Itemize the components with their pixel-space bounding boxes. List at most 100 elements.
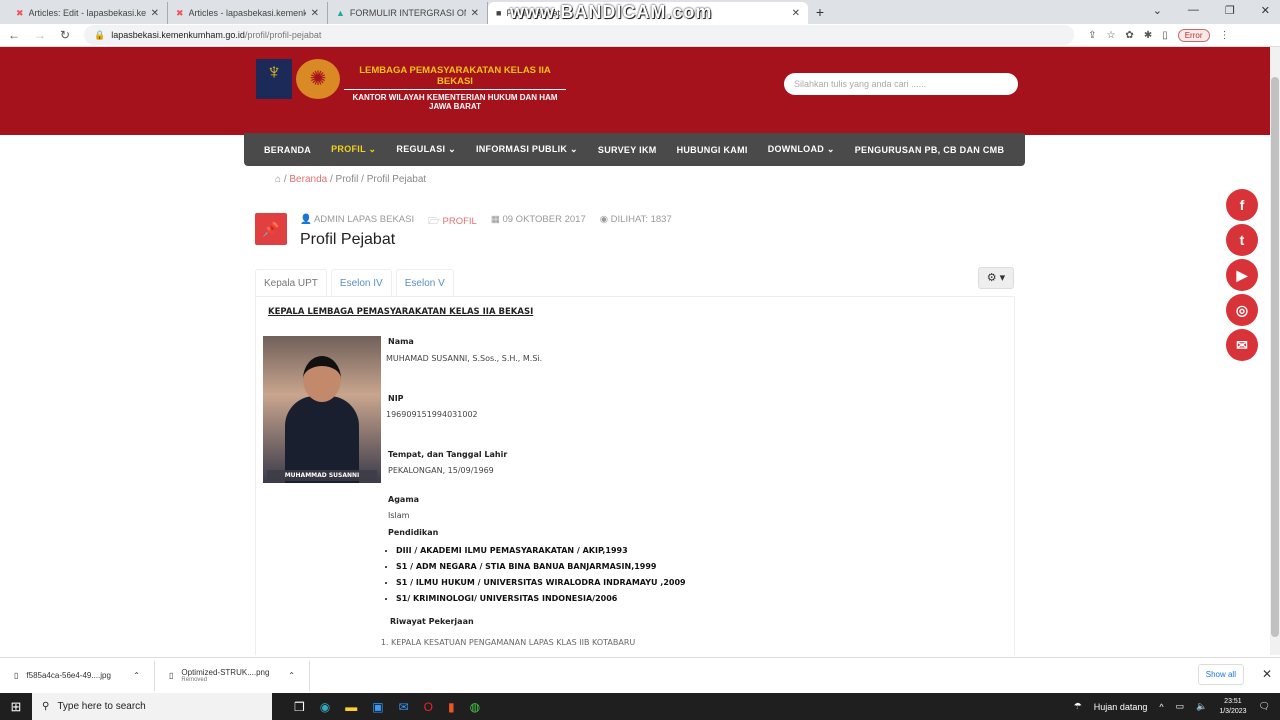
task-view-icon[interactable]: ❒ — [294, 700, 305, 714]
breadcrumb-current: Profil Pejabat — [366, 174, 427, 185]
social-links: f t ▶ ◎ ✉ — [1226, 189, 1258, 361]
windows-start-icon[interactable]: ⊞ — [0, 699, 32, 715]
main-nav: BERANDA PROFIL ⌄ REGULASI ⌄ INFORMASI PU… — [244, 133, 1025, 166]
download-item[interactable]: ▯ Optimized-STRUK....png Removed ⌃ — [155, 660, 310, 691]
extension-icon[interactable]: ✿ — [1125, 30, 1133, 41]
chevron-up-icon[interactable]: ⌃ — [288, 671, 295, 680]
download-bar: ▯ f585a4ca-56e4-49....jpg ⌃ ▯ Optimized-STR… — [0, 657, 1280, 693]
nav-regulasi[interactable]: REGULASI ⌄ — [396, 144, 456, 155]
clock[interactable]: 23:51 1/3/2023 — [1219, 697, 1246, 717]
list-item: S1/ KRIMINOLOGI/ UNIVERSITAS INDONESIA/2… — [396, 591, 686, 607]
menu-kebab-icon[interactable]: ⋮ — [1220, 30, 1230, 41]
gear-icon: ⚙ ▾ — [986, 272, 1006, 284]
minimize-button[interactable]: — — [1188, 4, 1199, 17]
mail-icon[interactable]: ✉ — [399, 700, 409, 714]
tab-search-icon[interactable]: ⌄ — [1153, 4, 1162, 17]
tray-chevron-icon[interactable]: ^ — [1159, 702, 1163, 712]
network-icon[interactable]: ▭ — [1176, 701, 1185, 712]
nav-informasi-publik[interactable]: INFORMASI PUBLIK ⌄ — [476, 144, 578, 155]
pin-icon: 📌 — [255, 213, 287, 245]
list-item: DIII / AKADEMI ILMU PEMASYARAKATAN / AKI… — [396, 543, 686, 559]
browser-tab-bar: ✖Articles: Edit - lapasbekasi.kemen✕ ✖Ar… — [0, 0, 1280, 24]
joomla-icon: ✖ — [176, 7, 184, 18]
youtube-icon[interactable]: ▶ — [1226, 259, 1258, 291]
side-panel-icon[interactable]: ▯ — [1162, 30, 1168, 41]
list-item: S1 / ILMU HUKUM / UNIVERSITAS WIRALODRA … — [396, 575, 686, 591]
chevron-up-icon[interactable]: ⌃ — [133, 671, 140, 680]
official-photo: MUHAMMAD SUSANNI — [263, 336, 381, 483]
twitter-icon[interactable]: t — [1226, 224, 1258, 256]
breadcrumb-beranda[interactable]: Beranda — [289, 174, 327, 185]
site-header: ♆ ✺ LEMBAGA PEMASYARAKATAN KELAS IIA BEKA… — [0, 47, 1270, 135]
restore-button[interactable]: ❐ — [1225, 4, 1235, 17]
new-tab-button[interactable]: + — [808, 4, 832, 20]
nav-hubungi-kami[interactable]: HUBUNGI KAMI — [677, 145, 748, 155]
breadcrumb-profil[interactable]: Profil — [336, 174, 359, 185]
nav-beranda[interactable]: BERANDA — [264, 145, 311, 155]
folder-icon: 🗁 — [428, 216, 440, 227]
store-icon[interactable]: ▣ — [372, 700, 383, 714]
url-input[interactable]: 🔒 lapasbekasi.kemenkumham.go.id/profil/pr… — [84, 25, 1075, 45]
site-logo[interactable]: ♆ ✺ — [256, 59, 340, 99]
site-favicon: ■ — [496, 8, 502, 18]
taskbar-search[interactable]: ⚲ Type here to search — [32, 693, 272, 720]
joomla-icon: ✖ — [16, 7, 24, 18]
back-icon[interactable]: ← — [8, 28, 20, 42]
user-icon: 👤 — [300, 214, 312, 225]
share-icon[interactable]: ⇪ — [1088, 30, 1096, 41]
kemenkumham-emblem-icon: ✺ — [296, 59, 340, 99]
nav-download[interactable]: DOWNLOAD ⌄ — [768, 144, 835, 155]
extensions-puzzle-icon[interactable]: ✱ — [1144, 30, 1152, 41]
nav-pengurusan[interactable]: PENGURUSAN PB, CB DAN CMB — [855, 145, 1005, 155]
notifications-icon[interactable]: 🗨 — [1259, 701, 1270, 712]
volume-icon[interactable]: 🔈 — [1196, 701, 1207, 712]
work-history-list: KEPALA KESATUAN PENGAMANAN LAPAS KLAS II… — [391, 638, 635, 647]
category-link[interactable]: PROFIL — [443, 216, 477, 227]
edge-icon[interactable]: ◉ — [320, 700, 330, 714]
site-search-input[interactable] — [784, 73, 1018, 95]
tab-panel: KEPALA LEMBAGA PEMASYARAKATAN KELAS IIA … — [255, 296, 1015, 655]
browser-tab[interactable]: ✖Articles - lapasbekasi.kemenkum✕ — [168, 2, 328, 24]
bandicam-watermark: www.BANDICAM.com — [510, 2, 713, 22]
nav-profil[interactable]: PROFIL ⌄ — [331, 144, 376, 155]
browser-tab[interactable]: ▲FORMULIR INTERGRASI ONLINE✕ — [328, 2, 488, 24]
opera-icon[interactable]: O — [424, 700, 433, 714]
email-icon[interactable]: ✉ — [1226, 329, 1258, 361]
close-download-bar-icon[interactable]: ✕ — [1262, 667, 1272, 681]
list-item: S1 / ADM NEGARA / STIA BINA BANUA BANJAR… — [396, 559, 686, 575]
tab-eselon-v[interactable]: Eselon V — [395, 269, 454, 297]
page-scrollbar[interactable] — [1270, 47, 1280, 655]
close-window-button[interactable]: ✕ — [1261, 4, 1270, 17]
download-item[interactable]: ▯ f585a4ca-56e4-49....jpg ⌃ — [0, 660, 155, 691]
bookmark-star-icon[interactable]: ☆ — [1106, 30, 1115, 41]
section-heading: KEPALA LEMBAGA PEMASYARAKATAN KELAS IIA … — [268, 307, 534, 317]
weather-icon[interactable]: ☂ — [1074, 701, 1082, 712]
browser-tab[interactable]: ✖Articles: Edit - lapasbekasi.kemen✕ — [8, 2, 168, 24]
profile-button[interactable]: Error — [1177, 28, 1210, 42]
calendar-icon: ▦ — [490, 214, 500, 225]
close-icon[interactable]: ✕ — [471, 8, 479, 19]
tab-kepala-upt[interactable]: Kepala UPT — [255, 269, 327, 297]
show-all-button[interactable]: Show all — [1197, 664, 1244, 685]
reload-icon[interactable]: ↻ — [60, 28, 70, 42]
article-tools-button[interactable]: ⚙ ▾ — [978, 267, 1014, 289]
instagram-icon[interactable]: ◎ — [1226, 294, 1258, 326]
windows-taskbar: ⊞ ⚲ Type here to search ❒ ◉ ▬ ▣ ✉ O ▮ ◍ ☂… — [0, 693, 1280, 720]
page-title: Profil Pejabat — [300, 231, 396, 248]
nav-survey-ikm[interactable]: SURVEY IKM — [598, 145, 657, 155]
chrome-icon[interactable]: ◍ — [470, 700, 480, 714]
close-icon[interactable]: ✕ — [792, 8, 800, 19]
home-icon[interactable]: ⌂ — [275, 174, 281, 185]
office-icon[interactable]: ▮ — [448, 700, 455, 714]
close-icon[interactable]: ✕ — [311, 8, 319, 19]
forward-icon[interactable]: → — [34, 28, 46, 42]
file-explorer-icon[interactable]: ▬ — [345, 700, 357, 714]
pengayoman-logo-icon: ♆ — [256, 59, 292, 99]
lock-icon: 🔒 — [94, 29, 106, 40]
close-icon[interactable]: ✕ — [151, 8, 159, 19]
tab-eselon-iv[interactable]: Eselon IV — [330, 269, 392, 297]
facebook-icon[interactable]: f — [1226, 189, 1258, 221]
web-page: ♆ ✺ LEMBAGA PEMASYARAKATAN KELAS IIA BEKA… — [0, 47, 1270, 655]
eye-icon: ◉ — [599, 214, 609, 225]
file-icon: ▯ — [14, 671, 19, 680]
